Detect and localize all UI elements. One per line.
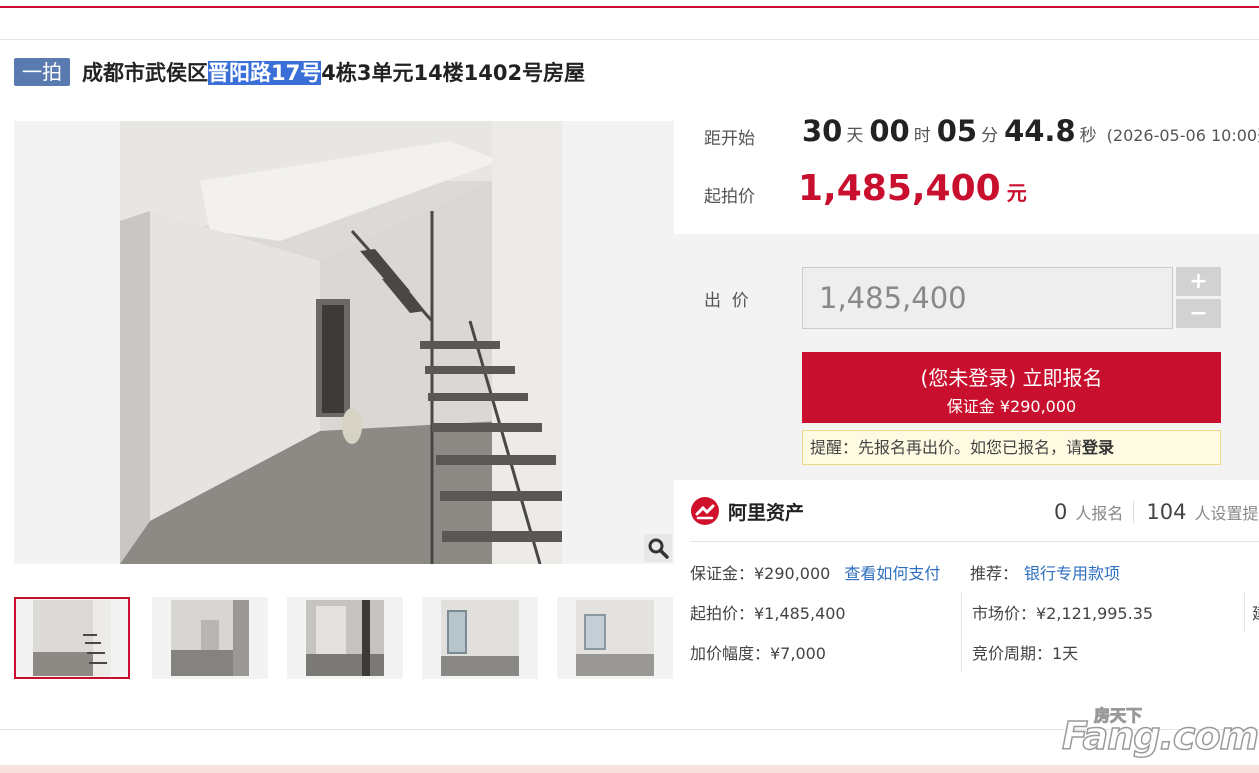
start-price-value: 1,485,400 [798, 168, 1001, 209]
title-before: 成都市武侯区 [82, 61, 208, 85]
deposit-text: 保证金：¥290,000 [690, 564, 831, 583]
thumbnail-4[interactable] [422, 597, 538, 679]
login-link[interactable]: 登录 [1082, 438, 1114, 457]
reminder-count-label: 人设置提 [1194, 504, 1259, 523]
reminder-count: 104 [1146, 500, 1187, 524]
auction-round-tag: 一拍 [14, 58, 70, 86]
signup-label: (您未登录) 立即报名 [920, 366, 1103, 390]
bank-fund-link[interactable]: 银行专用款项 [1024, 564, 1120, 583]
market-price-detail: 市场价：¥2,121,995.35 [972, 604, 1154, 623]
staircase-room-photo [120, 121, 562, 564]
auction-info: 阿里资产 0 人报名 104 人设置提 保证金：¥290,000 查看如何支付 推… [674, 480, 1259, 680]
start-price: 1,485,400 元 [798, 168, 1027, 209]
title-row: 一拍 成都市武侯区晋阳路17号4栋3单元14楼1402号房屋 [14, 56, 585, 88]
seconds-unit: 秒 [1079, 126, 1097, 146]
signup-count: 0 [1054, 500, 1068, 524]
bid-label: 出 价 [704, 291, 749, 311]
reminder-bar: 提醒：先报名再出价。如您已报名，请登录 [802, 430, 1221, 465]
deposit-row: 保证金：¥290,000 查看如何支付 [690, 560, 940, 584]
recommend-label: 推荐： [970, 564, 1019, 583]
thumbnail-3[interactable] [287, 597, 403, 679]
bid-amount-input[interactable]: 1,485,400 [802, 267, 1173, 329]
recommend-row: 推荐： 银行专用款项 [970, 560, 1120, 584]
countdown-seconds: 44.8 [1004, 114, 1076, 148]
page-title: 成都市武侯区晋阳路17号4栋3单元14楼1402号房屋 [82, 57, 585, 87]
watermark-main-text: Fang.com [1061, 713, 1259, 759]
top-accent-line [0, 6, 1259, 8]
minutes-unit: 分 [981, 126, 999, 146]
brand-name: 阿里资产 [728, 501, 805, 524]
countdown-hours: 00 [869, 114, 910, 148]
countdown-timer: 30 天 00 时 05 分 44.8 秒 (2026-05-06 10:00开 [802, 114, 1259, 148]
signup-count-label: 人报名 [1075, 504, 1124, 523]
hours-unit: 时 [913, 126, 931, 146]
column-divider [961, 592, 962, 672]
thumbnail-image [441, 600, 519, 676]
extra-column-detail: 建 [1252, 600, 1259, 624]
days-unit: 天 [846, 126, 864, 146]
main-photo[interactable] [120, 121, 562, 564]
auction-summary: 距开始 30 天 00 时 05 分 44.8 秒 (2026-05-06 10:00开… [674, 108, 1259, 234]
title-highlight: 晋阳路17号 [208, 61, 322, 85]
increase-bid-button[interactable]: + [1176, 267, 1221, 296]
start-price-detail: 起拍价：¥1,485,400 [690, 604, 846, 623]
main-gallery[interactable] [14, 121, 674, 564]
cycle-detail: 竞价周期：1天 [972, 644, 1079, 663]
thumbnail-image [306, 600, 384, 676]
column-divider-2 [1244, 592, 1245, 632]
thumbnail-1[interactable] [14, 597, 130, 679]
how-to-pay-link[interactable]: 查看如何支付 [844, 564, 940, 583]
decrease-bid-button[interactable]: − [1176, 299, 1221, 328]
start-time: (2026-05-06 10:00开 [1106, 126, 1259, 145]
countdown-minutes: 05 [936, 114, 978, 148]
start-price-label: 起拍价 [704, 187, 755, 207]
header-divider [0, 39, 1259, 40]
countdown-days: 30 [802, 114, 843, 148]
thumbnail-image [33, 600, 111, 676]
bid-panel: 出 价 1,485,400 + − (您未登录) 立即报名 保证金 ¥290,0… [674, 234, 1259, 480]
zoom-button[interactable] [644, 534, 672, 562]
thumbnail-2[interactable] [152, 597, 268, 679]
signup-deposit: 保证金 ¥290,000 [946, 397, 1077, 416]
thumbnail-5[interactable] [557, 597, 673, 679]
increment-detail: 加价幅度：¥7,000 [690, 644, 826, 663]
ali-assets-logo-icon [691, 497, 719, 525]
brand: 阿里资产 [690, 496, 804, 526]
start-price-unit: 元 [1006, 181, 1027, 205]
magnifier-icon [648, 538, 669, 559]
countdown-label: 距开始 [704, 129, 755, 149]
footer-band [0, 765, 1259, 773]
participation-stats: 0 人报名 104 人设置提 [1054, 500, 1259, 524]
info-divider [690, 541, 1259, 542]
title-after: 4栋3单元14楼1402号房屋 [321, 61, 586, 85]
thumbnail-image [171, 600, 249, 676]
signup-button[interactable]: (您未登录) 立即报名 保证金 ¥290,000 [802, 352, 1221, 423]
thumbnail-image [576, 600, 654, 676]
fang-watermark: 房天下 Fang.com [1061, 702, 1259, 762]
stats-divider [1133, 501, 1135, 523]
reminder-text: 提醒：先报名再出价。如您已报名，请 [810, 438, 1083, 457]
